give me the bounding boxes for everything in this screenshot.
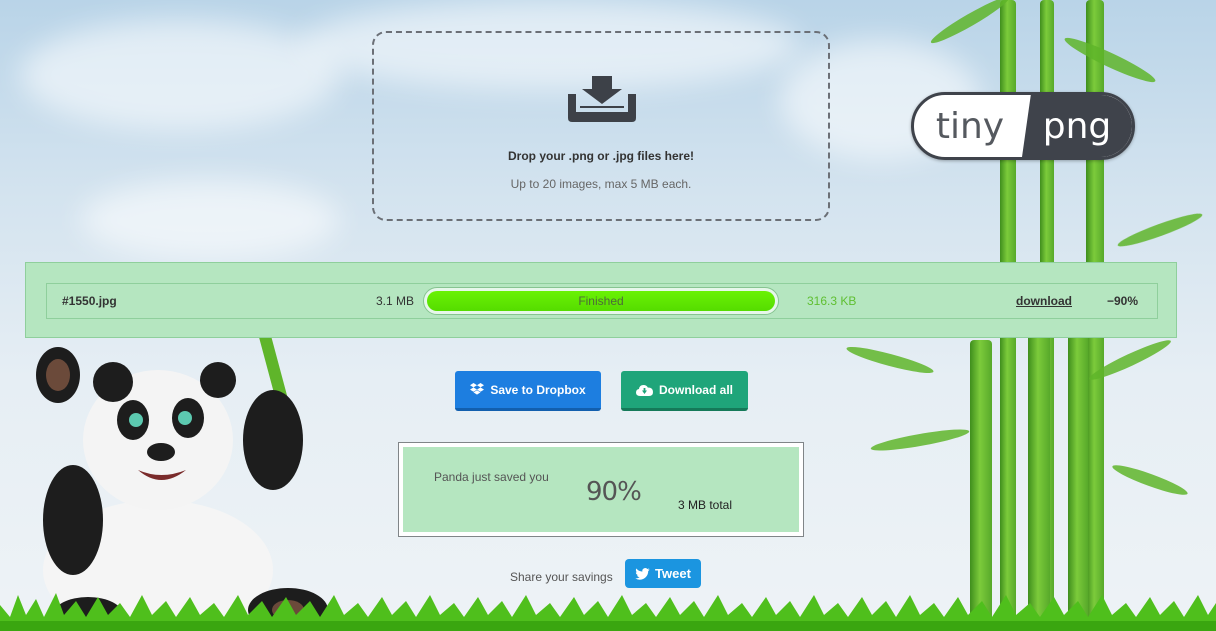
download-all-button[interactable]: Download all [621, 371, 748, 411]
cloud-decoration [20, 20, 340, 130]
download-link[interactable]: download [1016, 294, 1072, 308]
progress-bar: Finished [423, 287, 779, 315]
drop-zone-title: Drop your .png or .jpg files here! [507, 149, 694, 163]
download-all-label: Download all [658, 382, 733, 397]
savings-percent: −90% [1107, 294, 1139, 308]
logo-text-png: png [1022, 95, 1132, 157]
drop-zone-subtitle: Up to 20 images, max 5 MB each. [510, 177, 692, 191]
panda-mascot-illustration [36, 330, 328, 630]
grass-decoration [0, 593, 1216, 631]
compressed-size: 316.3 KB [807, 294, 857, 308]
savings-label: Panda just saved you [434, 470, 549, 484]
logo-text-tiny: tiny [935, 105, 1005, 147]
progress-fill: Finished [427, 291, 775, 311]
dropbox-icon [470, 383, 485, 395]
savings-total: 3 MB total [678, 498, 733, 512]
tinypng-logo[interactable]: tiny png [911, 92, 1135, 160]
share-label: Share your savings [510, 570, 613, 584]
savings-summary: Panda just saved you 90% 3 MB total [398, 442, 804, 537]
results-panel: #1550.jpg 3.1 MB Finished 316.3 KB downl… [25, 262, 1177, 338]
twitter-bird-icon [635, 567, 650, 580]
download-tray-icon [568, 76, 636, 122]
cloud-decoration [80, 180, 340, 260]
savings-percent-large: 90% [586, 477, 642, 507]
progress-status: Finished [578, 294, 624, 308]
dropbox-button-label: Save to Dropbox [490, 382, 586, 397]
tweet-button[interactable]: Tweet [625, 559, 701, 588]
file-drop-zone[interactable]: Drop your .png or .jpg files here! Up to… [372, 31, 830, 221]
cloud-download-icon [635, 384, 653, 396]
save-to-dropbox-button[interactable]: Save to Dropbox [455, 371, 601, 411]
file-name: #1550.jpg [62, 294, 117, 308]
file-row: #1550.jpg 3.1 MB Finished 316.3 KB downl… [46, 283, 1158, 319]
original-size: 3.1 MB [375, 294, 414, 308]
tweet-label: Tweet [655, 566, 691, 581]
